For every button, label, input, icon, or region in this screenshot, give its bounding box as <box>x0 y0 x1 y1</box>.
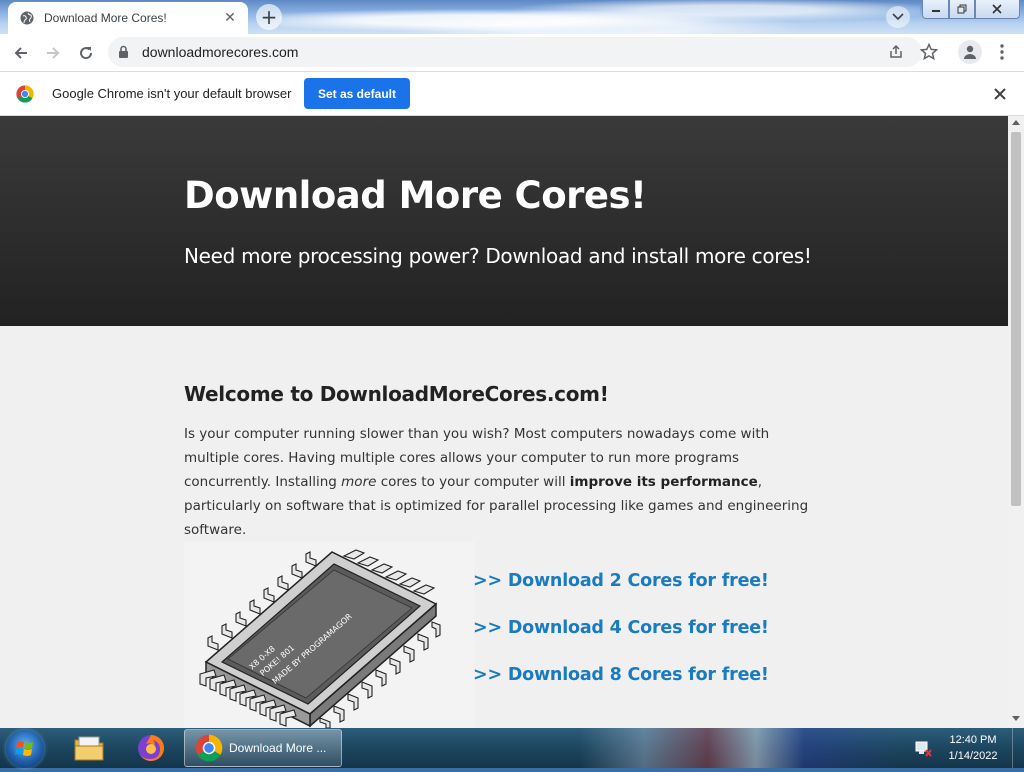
restore-icon <box>957 4 967 14</box>
new-tab-button[interactable]: + <box>256 4 282 30</box>
reload-button[interactable] <box>73 40 99 66</box>
minimize-button[interactable] <box>922 0 950 19</box>
folder-icon <box>74 736 104 761</box>
globe-icon <box>20 11 34 25</box>
wallpaper-clouds <box>280 0 920 34</box>
download-4-cores-link[interactable]: >> Download 4 Cores for free! <box>473 618 769 638</box>
minimize-icon <box>931 10 940 12</box>
cpu-chip-icon: X8 0-X8 POKE! 801 MADE BY PROGRAMAGOR <box>199 549 441 728</box>
clock-date: 1/14/2022 <box>948 750 998 762</box>
page-viewport: Download More Cores! Need more processin… <box>0 116 1008 728</box>
browser-tab[interactable]: Download More Cores! ✕ <box>8 2 248 34</box>
address-bar[interactable]: downloadmorecores.com <box>108 37 922 67</box>
welcome-heading: Welcome to DownloadMoreCores.com! <box>184 382 609 406</box>
back-button[interactable] <box>8 40 34 66</box>
star-icon[interactable] <box>920 43 938 61</box>
windows-logo-icon <box>15 741 33 756</box>
download-2-cores-link[interactable]: >> Download 2 Cores for free! <box>473 571 769 591</box>
intro-paragraph: Is your computer running slower than you… <box>184 422 824 542</box>
hero-subtitle: Need more processing power? Download and… <box>184 244 812 268</box>
infobar-close-icon[interactable] <box>990 84 1010 104</box>
intro-strong: improve its performance <box>569 474 758 490</box>
download-8-cores-link[interactable]: >> Download 8 Cores for free! <box>473 665 769 685</box>
tab-title: Download More Cores! <box>44 11 167 25</box>
tab-search-button[interactable] <box>886 6 910 28</box>
taskbar-chrome-window[interactable]: Download More ... <box>184 729 342 767</box>
set-as-default-button[interactable]: Set as default <box>304 78 410 109</box>
windows-taskbar: Download More ... 12:40 PM 1/14/2022 <box>0 728 1024 768</box>
taskbar-chrome-label: Download More ... <box>229 741 327 755</box>
firefox-icon <box>138 735 164 761</box>
browser-toolbar: downloadmorecores.com <box>0 34 1024 71</box>
network-tray-icon[interactable] <box>914 740 932 758</box>
show-desktop-button[interactable] <box>1012 728 1024 768</box>
kebab-menu-icon <box>1000 44 1004 60</box>
forward-button[interactable] <box>40 40 66 66</box>
close-icon <box>992 4 1003 14</box>
taskbar-wallpaper-peek <box>580 728 900 768</box>
infobar-message: Google Chrome isn't your default browser <box>52 86 292 101</box>
intro-emphasis: more <box>341 474 377 490</box>
scroll-down-arrow-icon[interactable] <box>1012 716 1020 721</box>
page-scrollbar[interactable] <box>1008 116 1024 728</box>
share-icon[interactable] <box>888 44 904 60</box>
lock-icon <box>119 45 128 58</box>
start-button[interactable] <box>6 730 44 768</box>
tab-close-icon[interactable]: ✕ <box>220 8 240 28</box>
taskbar-firefox[interactable] <box>128 730 174 766</box>
menu-button[interactable] <box>994 42 1010 62</box>
person-icon <box>964 45 976 59</box>
profile-button[interactable] <box>958 40 982 64</box>
url-text: downloadmorecores.com <box>142 44 299 60</box>
arrow-right-icon <box>47 47 60 59</box>
scroll-up-arrow-icon[interactable] <box>1012 120 1020 125</box>
arrow-left-icon <box>14 47 27 59</box>
cpu-chip-image: X8 0-X8 POKE! 801 MADE BY PROGRAMAGOR <box>184 542 474 728</box>
hero-banner: Download More Cores! Need more processin… <box>0 116 1008 326</box>
window-controls <box>922 0 1020 19</box>
intro-text-2: cores to your computer will <box>376 474 570 490</box>
system-clock[interactable]: 12:40 PM 1/14/2022 <box>940 732 1006 764</box>
chrome-icon <box>195 734 223 762</box>
close-window-button[interactable] <box>974 0 1020 19</box>
default-browser-infobar: Google Chrome isn't your default browser… <box>0 71 1024 116</box>
browser-titlebar: Download More Cores! ✕ + <box>0 0 1024 34</box>
scrollbar-thumb[interactable] <box>1011 132 1021 506</box>
reload-icon <box>80 47 93 60</box>
taskbar-explorer[interactable] <box>66 730 112 766</box>
chevron-down-icon <box>892 13 904 21</box>
restore-button[interactable] <box>949 0 975 19</box>
clock-time: 12:40 PM <box>949 734 997 746</box>
chrome-logo-icon <box>16 85 34 103</box>
hero-title: Download More Cores! <box>184 174 647 217</box>
